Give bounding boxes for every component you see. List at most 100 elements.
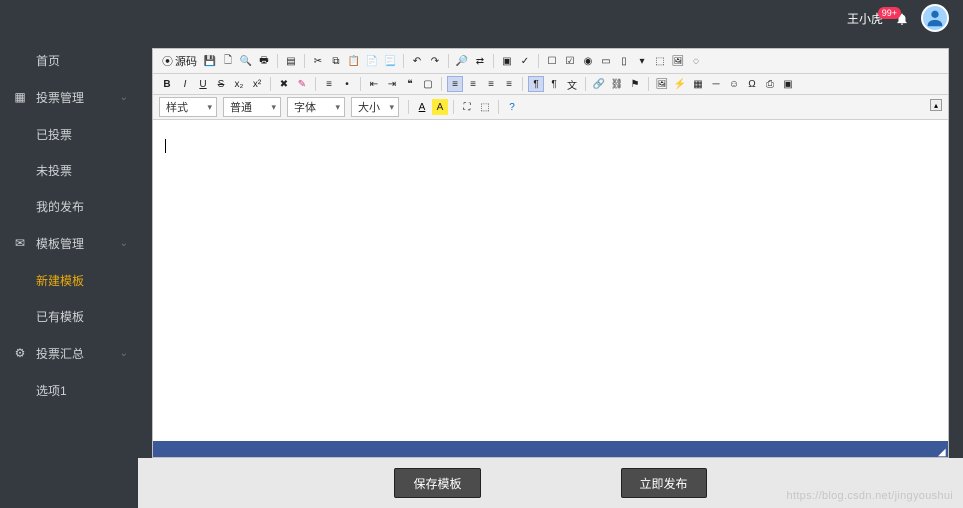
form-icon[interactable]: ☐	[544, 53, 560, 69]
spellcheck-icon[interactable]: ✓	[517, 53, 533, 69]
flash-icon[interactable]: ⚡	[672, 76, 688, 92]
language-icon[interactable]: 文	[564, 76, 580, 92]
italic-icon[interactable]: I	[177, 76, 193, 92]
subscript-icon[interactable]: x₂	[231, 76, 247, 92]
editor-toolbar-row1: ⦿源码 💾 🗋 🔍 🖶 ▤ ✂ ⧉ 📋 📄 📃 ↶ ↷ 🔎 ⇄ ▣ ✓ ☐ ☑	[153, 49, 948, 74]
checkbox-icon[interactable]: ☑	[562, 53, 578, 69]
copy-icon[interactable]: ⧉	[328, 53, 344, 69]
ltr-icon[interactable]: ¶	[528, 76, 544, 92]
superscript-icon[interactable]: x²	[249, 76, 265, 92]
sidebar-group-label: 模板管理	[36, 235, 84, 252]
div-icon[interactable]: ▢	[420, 76, 436, 92]
text-cursor	[165, 139, 166, 153]
grid-icon: ▦	[12, 90, 28, 104]
chevron-down-icon: ▾	[271, 102, 276, 113]
table-icon[interactable]: ▦	[690, 76, 706, 92]
bell-icon[interactable]: 99+	[895, 12, 909, 29]
about-icon[interactable]: ?	[504, 99, 520, 115]
save-icon[interactable]: 💾	[202, 53, 218, 69]
size-dropdown[interactable]: 大小▾	[351, 97, 399, 117]
main-area: ⦿源码 💾 🗋 🔍 🖶 ▤ ✂ ⧉ 📋 📄 📃 ↶ ↷ 🔎 ⇄ ▣ ✓ ☐ ☑	[138, 36, 963, 508]
code-icon: ⦿	[162, 53, 173, 69]
bold-icon[interactable]: B	[159, 76, 175, 92]
chevron-down-icon: ⌄	[120, 92, 128, 103]
preview-icon[interactable]: 🔍	[238, 53, 254, 69]
maximize-icon[interactable]: ⛶	[459, 99, 475, 115]
paste-icon[interactable]: 📋	[346, 53, 362, 69]
textfield-icon[interactable]: ▭	[598, 53, 614, 69]
chevron-down-icon: ⌄	[120, 348, 128, 359]
unlink-icon[interactable]: ⛓	[609, 76, 625, 92]
undo-icon[interactable]: ↶	[409, 53, 425, 69]
replace-icon[interactable]: ⇄	[472, 53, 488, 69]
style-dropdown[interactable]: 样式▾	[159, 97, 217, 117]
sidebar-group-vote[interactable]: ▦ 投票管理 ⌄	[0, 78, 138, 116]
cut-icon[interactable]: ✂	[310, 53, 326, 69]
action-bar: 保存模板 立即发布 https://blog.csdn.net/jingyous…	[138, 458, 963, 508]
editor-toolbar-row3: 样式▾ 普通▾ 字体▾ 大小▾ A A ⛶ ⬚ ? ▴	[153, 95, 948, 120]
smiley-icon[interactable]: ☺	[726, 76, 742, 92]
paste-word-icon[interactable]: 📃	[382, 53, 398, 69]
align-center-icon[interactable]: ≡	[465, 76, 481, 92]
showblocks-icon[interactable]: ⬚	[477, 99, 493, 115]
sidebar-item-newtpl[interactable]: 新建模板	[0, 262, 138, 298]
newpage-icon[interactable]: 🗋	[220, 53, 236, 69]
pagebreak-icon[interactable]: ⎙	[762, 76, 778, 92]
editor-statusbar: ◢	[153, 441, 948, 457]
sidebar-group-template[interactable]: ✉ 模板管理 ⌄	[0, 224, 138, 262]
underline-icon[interactable]: U	[195, 76, 211, 92]
source-button[interactable]: ⦿源码	[159, 53, 200, 69]
indent-icon[interactable]: ⇥	[384, 76, 400, 92]
templates-icon[interactable]: ▤	[283, 53, 299, 69]
image-icon[interactable]: 🖼	[654, 76, 670, 92]
watermark-text: https://blog.csdn.net/jingyoushui	[787, 490, 953, 502]
removeformat-icon[interactable]: ✖	[276, 76, 292, 92]
numberlist-icon[interactable]: ≡	[321, 76, 337, 92]
paste-text-icon[interactable]: 📄	[364, 53, 380, 69]
textarea-icon[interactable]: ▯	[616, 53, 632, 69]
textcolor-icon[interactable]: A	[414, 99, 430, 115]
iframe-icon[interactable]: ▣	[780, 76, 796, 92]
hr-icon[interactable]: ─	[708, 76, 724, 92]
specialchar-icon[interactable]: Ω	[744, 76, 760, 92]
paragraph-dropdown[interactable]: 普通▾	[223, 97, 281, 117]
chevron-down-icon: ⌄	[120, 238, 128, 249]
link-icon[interactable]: 🔗	[591, 76, 607, 92]
sidebar-item-home[interactable]: 首页	[0, 42, 138, 78]
find-icon[interactable]: 🔎	[454, 53, 470, 69]
sidebar-item-unvoted[interactable]: 未投票	[0, 152, 138, 188]
radio-icon[interactable]: ◉	[580, 53, 596, 69]
chevron-down-icon: ▾	[389, 102, 394, 113]
resize-handle-icon[interactable]: ◢	[938, 447, 948, 457]
publish-button[interactable]: 立即发布	[621, 468, 707, 498]
save-template-button[interactable]: 保存模板	[394, 468, 480, 498]
hidden-icon[interactable]: ◌	[688, 53, 704, 69]
outdent-icon[interactable]: ⇤	[366, 76, 382, 92]
print-icon[interactable]: 🖶	[256, 53, 272, 69]
rtl-icon[interactable]: ¶	[546, 76, 562, 92]
bulletlist-icon[interactable]: •	[339, 76, 355, 92]
editor-content[interactable]	[153, 127, 948, 441]
align-right-icon[interactable]: ≡	[483, 76, 499, 92]
select-icon[interactable]: ▾	[634, 53, 650, 69]
avatar[interactable]	[921, 4, 949, 32]
sidebar-item-option1[interactable]: 选项1	[0, 372, 138, 408]
sidebar-group-summary[interactable]: ⚙ 投票汇总 ⌄	[0, 334, 138, 372]
redo-icon[interactable]: ↷	[427, 53, 443, 69]
button-icon[interactable]: ⬚	[652, 53, 668, 69]
blockquote-icon[interactable]: ❝	[402, 76, 418, 92]
selectall-icon[interactable]: ▣	[499, 53, 515, 69]
strike-icon[interactable]: S	[213, 76, 229, 92]
collapse-toolbar-button[interactable]: ▴	[930, 99, 942, 111]
sidebar-group-label: 投票汇总	[36, 345, 84, 362]
font-dropdown[interactable]: 字体▾	[287, 97, 345, 117]
sidebar-item-exist-tpl[interactable]: 已有模板	[0, 298, 138, 334]
imagebtn-icon[interactable]: 🖼	[670, 53, 686, 69]
justify-icon[interactable]: ≡	[501, 76, 517, 92]
bgcolor-icon[interactable]: A	[432, 99, 448, 115]
sidebar-item-mypub[interactable]: 我的发布	[0, 188, 138, 224]
align-left-icon[interactable]: ≡	[447, 76, 463, 92]
copyformat-icon[interactable]: ✎	[294, 76, 310, 92]
anchor-icon[interactable]: ⚑	[627, 76, 643, 92]
sidebar-item-voted[interactable]: 已投票	[0, 116, 138, 152]
